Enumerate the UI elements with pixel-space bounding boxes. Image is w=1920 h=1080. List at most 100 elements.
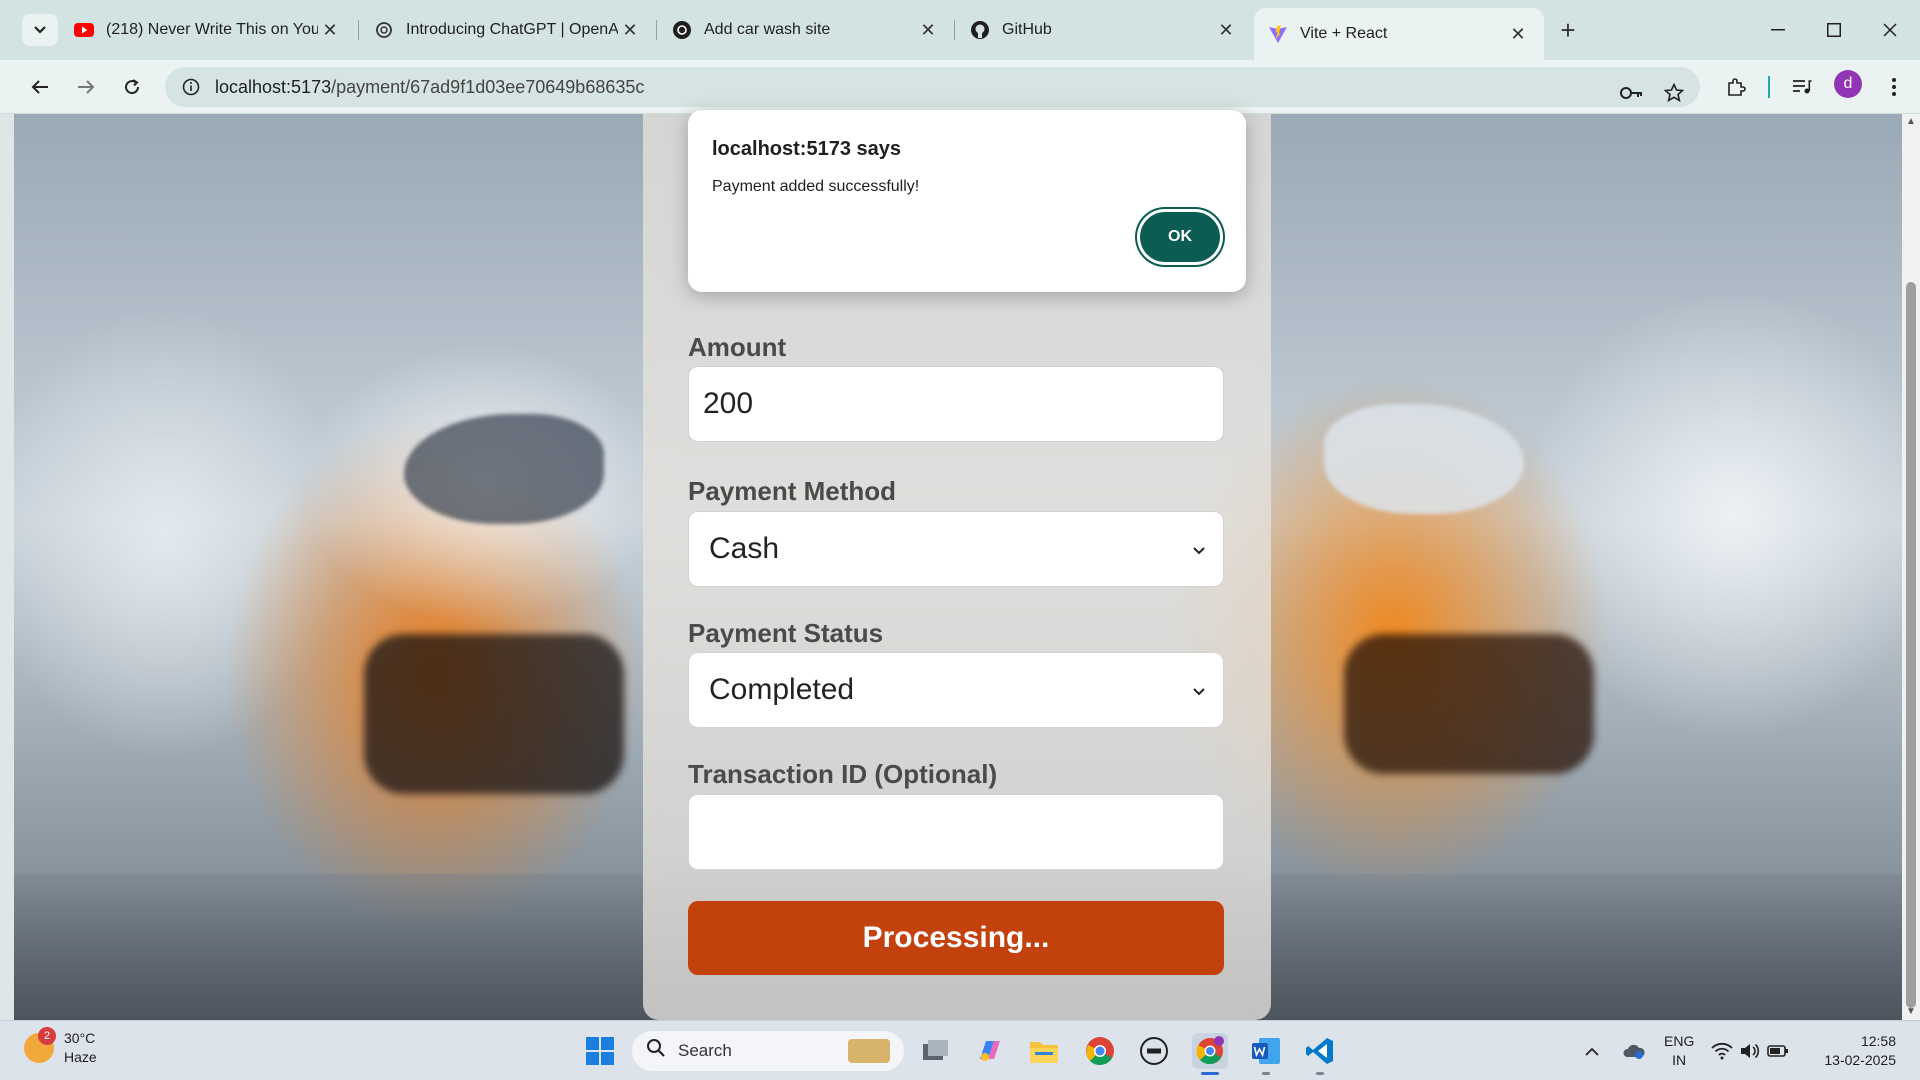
background-car-image bbox=[364, 634, 624, 794]
word-icon bbox=[1252, 1038, 1280, 1064]
language-code: ENG bbox=[1664, 1033, 1695, 1049]
tab-youtube[interactable]: (218) Never Write This on Your ✕ bbox=[60, 10, 356, 50]
new-tab-button[interactable]: + bbox=[1552, 14, 1584, 46]
windows-start-button[interactable] bbox=[582, 1033, 618, 1069]
browser-menu-button[interactable] bbox=[1878, 71, 1910, 103]
show-hidden-icons-button[interactable] bbox=[1574, 1033, 1610, 1069]
minimize-button[interactable] bbox=[1750, 10, 1806, 50]
password-key-icon[interactable] bbox=[1615, 76, 1649, 110]
close-tab-icon[interactable]: ✕ bbox=[618, 18, 642, 42]
word-button[interactable] bbox=[1248, 1033, 1284, 1069]
dialog-ok-button[interactable]: OK bbox=[1140, 212, 1220, 262]
windows-logo-icon bbox=[586, 1037, 614, 1065]
language-indicator[interactable]: ENG IN bbox=[1664, 1032, 1694, 1070]
onedrive-status-button[interactable] bbox=[1616, 1033, 1652, 1069]
copilot-icon bbox=[980, 1041, 1000, 1061]
address-bar[interactable]: localhost:5173/payment/67ad9f1d03ee70649… bbox=[165, 67, 1700, 107]
close-tab-icon[interactable]: ✕ bbox=[1506, 22, 1530, 46]
tab-add-car-wash[interactable]: Add car wash site ✕ bbox=[658, 10, 954, 50]
close-tab-icon[interactable]: ✕ bbox=[916, 18, 940, 42]
forward-button[interactable] bbox=[70, 71, 102, 103]
background-car-image bbox=[1324, 404, 1524, 514]
folder-icon bbox=[1030, 1042, 1058, 1063]
chevron-down-icon bbox=[1193, 680, 1205, 701]
system-clock[interactable]: 12:58 13-02-2025 bbox=[1816, 1032, 1896, 1070]
taskbar-search[interactable]: Search bbox=[632, 1031, 904, 1071]
file-explorer-button[interactable] bbox=[1026, 1033, 1062, 1069]
clock-date: 13-02-2025 bbox=[1824, 1052, 1896, 1068]
reload-button[interactable] bbox=[116, 71, 148, 103]
tab-github[interactable]: GitHub ✕ bbox=[956, 10, 1252, 50]
maximize-button[interactable] bbox=[1806, 10, 1862, 50]
copilot-button[interactable] bbox=[972, 1033, 1008, 1069]
media-controls-button[interactable] bbox=[1786, 71, 1818, 103]
kebab-menu-icon bbox=[1892, 78, 1896, 96]
dialog-message: Payment added successfully! bbox=[712, 178, 920, 195]
scroll-up-arrow-icon[interactable]: ▲ bbox=[1906, 116, 1916, 127]
scrollbar-thumb[interactable] bbox=[1906, 282, 1916, 1008]
scroll-down-arrow-icon[interactable]: ▼ bbox=[1906, 1006, 1916, 1017]
tab-title: Introducing ChatGPT | OpenAI bbox=[406, 21, 618, 38]
tab-separator bbox=[656, 20, 657, 40]
payment-status-value: Completed bbox=[709, 673, 855, 706]
chrome-profile-button[interactable] bbox=[1192, 1033, 1228, 1069]
transaction-id-input[interactable] bbox=[688, 794, 1224, 870]
close-icon bbox=[1883, 23, 1897, 37]
site-info-icon[interactable] bbox=[171, 78, 211, 96]
page-scrollbar[interactable]: ▲ ▼ bbox=[1902, 114, 1920, 1020]
tab-separator bbox=[954, 20, 955, 40]
url-host: localhost:5173 bbox=[215, 76, 332, 97]
dell-icon bbox=[1140, 1037, 1168, 1065]
submit-payment-button[interactable]: Processing... bbox=[688, 901, 1224, 975]
region-code: IN bbox=[1672, 1052, 1687, 1068]
minimize-icon bbox=[1771, 29, 1785, 31]
close-tab-icon[interactable]: ✕ bbox=[1214, 18, 1238, 42]
search-icon bbox=[646, 1038, 666, 1064]
dialog-title: localhost:5173 says bbox=[712, 138, 901, 160]
chrome-icon bbox=[1196, 1036, 1224, 1065]
forward-arrow-icon bbox=[78, 80, 95, 94]
tab-search-button[interactable] bbox=[22, 14, 58, 46]
quick-settings-button[interactable] bbox=[1710, 1033, 1790, 1069]
payment-method-select[interactable]: Cash bbox=[688, 511, 1224, 587]
vscode-button[interactable] bbox=[1302, 1033, 1338, 1069]
wifi-icon bbox=[1711, 1042, 1733, 1060]
chevron-down-icon bbox=[1193, 539, 1205, 560]
clock-time: 12:58 bbox=[1860, 1033, 1896, 1049]
tab-vite-react[interactable]: Vite + React ✕ bbox=[1254, 8, 1544, 60]
browser-toolbar: localhost:5173/payment/67ad9f1d03ee70649… bbox=[0, 60, 1920, 114]
openai-icon bbox=[374, 20, 394, 40]
payment-status-label: Payment Status bbox=[688, 618, 884, 648]
extensions-button[interactable] bbox=[1720, 71, 1752, 103]
toolbar-divider bbox=[1768, 76, 1770, 98]
cloud-icon bbox=[1623, 1044, 1645, 1059]
puzzle-icon bbox=[1728, 78, 1746, 96]
taskbar: 2 30°C Haze Search ENG IN 12:58 13-02-20… bbox=[0, 1020, 1920, 1080]
task-view-icon bbox=[923, 1040, 948, 1060]
back-arrow-icon bbox=[31, 80, 48, 94]
close-window-button[interactable] bbox=[1862, 10, 1918, 50]
payment-method-label: Payment Method bbox=[688, 476, 897, 506]
weather-widget[interactable]: 2 30°C Haze bbox=[24, 1027, 97, 1067]
amount-input[interactable]: 200 bbox=[688, 366, 1224, 442]
transaction-id-label: Transaction ID (Optional) bbox=[688, 759, 998, 789]
payment-status-select[interactable]: Completed bbox=[688, 652, 1224, 728]
bookmark-star-icon[interactable] bbox=[1657, 76, 1691, 110]
close-tab-icon[interactable]: ✕ bbox=[318, 18, 342, 42]
alert-dialog: localhost:5173 says Payment added succes… bbox=[688, 110, 1246, 292]
chevron-up-icon bbox=[1585, 1047, 1599, 1056]
weather-badge: 2 bbox=[38, 1027, 56, 1045]
tab-separator bbox=[358, 20, 359, 40]
profile-avatar[interactable]: d bbox=[1834, 70, 1862, 98]
chrome-button[interactable] bbox=[1082, 1033, 1118, 1069]
task-view-button[interactable] bbox=[918, 1033, 954, 1069]
tab-chatgpt[interactable]: Introducing ChatGPT | OpenAI ✕ bbox=[360, 10, 656, 50]
github-icon bbox=[970, 20, 990, 40]
battery-icon bbox=[1767, 1045, 1788, 1057]
tab-title: GitHub bbox=[1002, 21, 1052, 38]
search-placeholder: Search bbox=[678, 1041, 732, 1060]
vscode-icon bbox=[1306, 1038, 1333, 1064]
tab-title: (218) Never Write This on Your bbox=[106, 21, 318, 38]
dell-app-button[interactable] bbox=[1136, 1033, 1172, 1069]
back-button[interactable] bbox=[24, 71, 56, 103]
